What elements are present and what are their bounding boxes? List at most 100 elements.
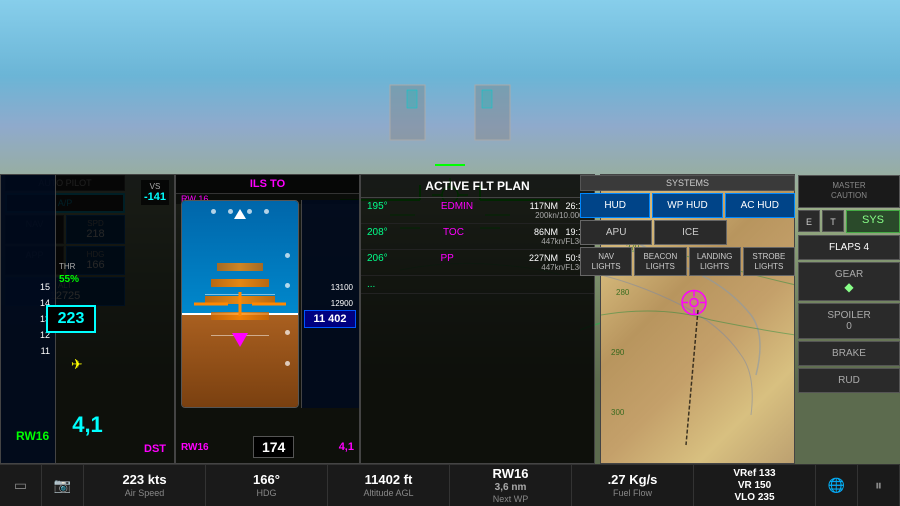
alt-label: Altitude AGL xyxy=(363,488,413,499)
nextwp-detail: 3,6 nm xyxy=(495,482,527,494)
wing-left xyxy=(194,303,229,306)
ils-label: ILS TO xyxy=(176,175,359,194)
et-row: E T SYS xyxy=(798,210,900,233)
ils-bar-top xyxy=(217,263,263,271)
fuselage xyxy=(239,292,242,317)
strobe-lights-button[interactable]: STROBE LIGHTS xyxy=(743,247,795,276)
flt-bearing-3: 206° xyxy=(367,253,407,272)
status-bar: ▭ 📷 223 kts Air Speed 166° HDG 11402 ft … xyxy=(0,464,900,506)
ice-button[interactable]: ICE xyxy=(654,220,726,245)
gear-button[interactable]: GEAR ◆ xyxy=(798,262,900,301)
flt-row-3: 206° PP 227NM 50:50 447kn/FL360 xyxy=(361,250,594,276)
airspeed-box: 223 xyxy=(46,305,96,333)
svg-text:300: 300 xyxy=(611,408,625,417)
status-altitude: 11402 ft Altitude AGL xyxy=(328,465,450,506)
status-pause[interactable]: ⏸ xyxy=(858,465,900,506)
spoiler-button[interactable]: SPOILER 0 xyxy=(798,303,900,339)
bank-indicator xyxy=(234,209,246,219)
e-button[interactable]: E xyxy=(798,210,820,232)
ground-half xyxy=(182,314,298,407)
status-vref: VRef 133 VR 150 VLO 235 xyxy=(694,465,816,506)
vref-value: VRef 133 xyxy=(733,468,775,480)
flt-bearing-1: 195° xyxy=(367,201,407,220)
systems-title: SYSTEMS xyxy=(580,175,795,191)
alt-tick-13100: 13100 xyxy=(331,280,356,296)
ils-dot-4 xyxy=(285,361,290,366)
sys-button[interactable]: SYS xyxy=(846,210,900,233)
vs-indicator: VS -141 xyxy=(141,180,169,205)
ils-bar-mid xyxy=(211,279,269,287)
flt-row-1: 195° EDMIN 117NM 26:13 200kn/10.000ft xyxy=(361,198,594,224)
status-airspeed: 223 kts Air Speed xyxy=(84,465,206,506)
ils-dot-1 xyxy=(285,253,290,258)
rud-button[interactable]: RUD xyxy=(798,368,900,393)
nav-lights-button[interactable]: NAV LIGHTS xyxy=(580,247,632,276)
gs-dot-1 xyxy=(211,209,216,214)
airspeed-value: 223 kts xyxy=(122,472,166,488)
glidepath-indicator xyxy=(232,333,248,347)
speed-tick-11: 11 xyxy=(41,343,50,359)
attitude-panel: ILS TO RW 16 1 xyxy=(175,174,360,464)
flt-plan-title: ACTIVE FLT PLAN xyxy=(361,175,594,198)
gs-dot-4 xyxy=(247,209,252,214)
airplane-symbol: ✈ xyxy=(71,356,83,373)
vlo-value: VLO 235 xyxy=(734,492,774,504)
att-rwy-bottom: RW16 xyxy=(181,442,209,453)
flt-wp-2: TOC xyxy=(443,227,498,238)
hdg-value: 166° xyxy=(253,472,280,488)
dst-label: DST xyxy=(144,443,166,455)
flt-bearing-2: 208° xyxy=(367,227,407,246)
right-panel: MASTER CAUTION E T SYS FLAPS 4 GEAR ◆ SP… xyxy=(798,175,900,395)
airspeed-panel: 15 14 13 12 11 THR 55% 223 VS -141 RW16 … xyxy=(0,174,175,464)
status-nextwp: RW16 3,6 nm Next WP xyxy=(450,465,572,506)
hdg-label: HDG xyxy=(257,488,277,499)
flt-wp-1: EDMIN xyxy=(441,201,496,212)
fuel-value: .27 Kg/s xyxy=(608,472,658,488)
landing-lights-button[interactable]: LANDING LIGHTS xyxy=(689,247,741,276)
nextwp-label: Next WP xyxy=(493,494,529,505)
wing-right xyxy=(252,303,287,306)
flaps-button[interactable]: FLAPS 4 xyxy=(798,235,900,260)
hdg-display: 174 xyxy=(253,436,294,458)
nextwp-value: RW16 xyxy=(493,466,529,482)
speed-tick-15: 15 xyxy=(40,279,50,295)
brake-button[interactable]: BRAKE xyxy=(798,341,900,366)
status-globe[interactable]: 🌐 xyxy=(816,465,858,506)
airspeed-label: Air Speed xyxy=(125,488,165,499)
master-caution-btn[interactable]: MASTER CAUTION xyxy=(798,175,900,208)
ils-dot-3 xyxy=(285,330,290,335)
alt-tape: 13100 12900 12500 xyxy=(301,200,359,408)
status-icon-left2[interactable]: 📷 xyxy=(42,465,84,506)
status-icon-left1[interactable]: ▭ xyxy=(0,465,42,506)
att-dst-value: 4,1 xyxy=(339,441,354,453)
hud-button[interactable]: HUD xyxy=(580,193,650,218)
flt-row-2: 208° TOC 86NM 19:12 447kn/FL360 xyxy=(361,224,594,250)
large-speed-value: 4,1 xyxy=(1,412,174,438)
horizon-display xyxy=(181,200,299,408)
thr-indicator: THR 55% xyxy=(59,261,79,286)
status-fuel: .27 Kg/s Fuel Flow xyxy=(572,465,694,506)
flt-ellipsis: ... xyxy=(367,279,407,290)
monitor-icon: ▭ xyxy=(14,477,27,494)
apu-button[interactable]: APU xyxy=(580,220,652,245)
status-hdg: 166° HDG xyxy=(206,465,328,506)
wp-hud-button[interactable]: WP HUD xyxy=(652,193,722,218)
pause-icon: ⏸ xyxy=(875,477,882,494)
t-button[interactable]: T xyxy=(822,210,844,232)
flt-row-4: ... xyxy=(361,276,594,294)
fuel-label: Fuel Flow xyxy=(613,488,652,499)
alt-value: 11402 ft xyxy=(365,472,413,488)
svg-text:280: 280 xyxy=(616,288,630,297)
camera-icon: 📷 xyxy=(54,477,71,494)
globe-icon: 🌐 xyxy=(828,477,845,494)
svg-text:290: 290 xyxy=(611,348,625,357)
beacon-lights-button[interactable]: BEACON LIGHTS xyxy=(634,247,686,276)
aircraft-marker xyxy=(679,287,709,322)
attitude-bottom: RW16 174 4,1 xyxy=(181,436,354,458)
flt-plan-panel: ACTIVE FLT PLAN 195° EDMIN 117NM 26:13 2… xyxy=(360,174,595,464)
vr-value: VR 150 xyxy=(738,480,771,492)
systems-panel: SYSTEMS HUD WP HUD AC HUD APU ICE NAV LI… xyxy=(580,175,795,278)
gs-dot-3 xyxy=(264,209,269,214)
flt-wp-3: PP xyxy=(440,253,495,264)
ac-hud-button[interactable]: AC HUD xyxy=(725,193,795,218)
